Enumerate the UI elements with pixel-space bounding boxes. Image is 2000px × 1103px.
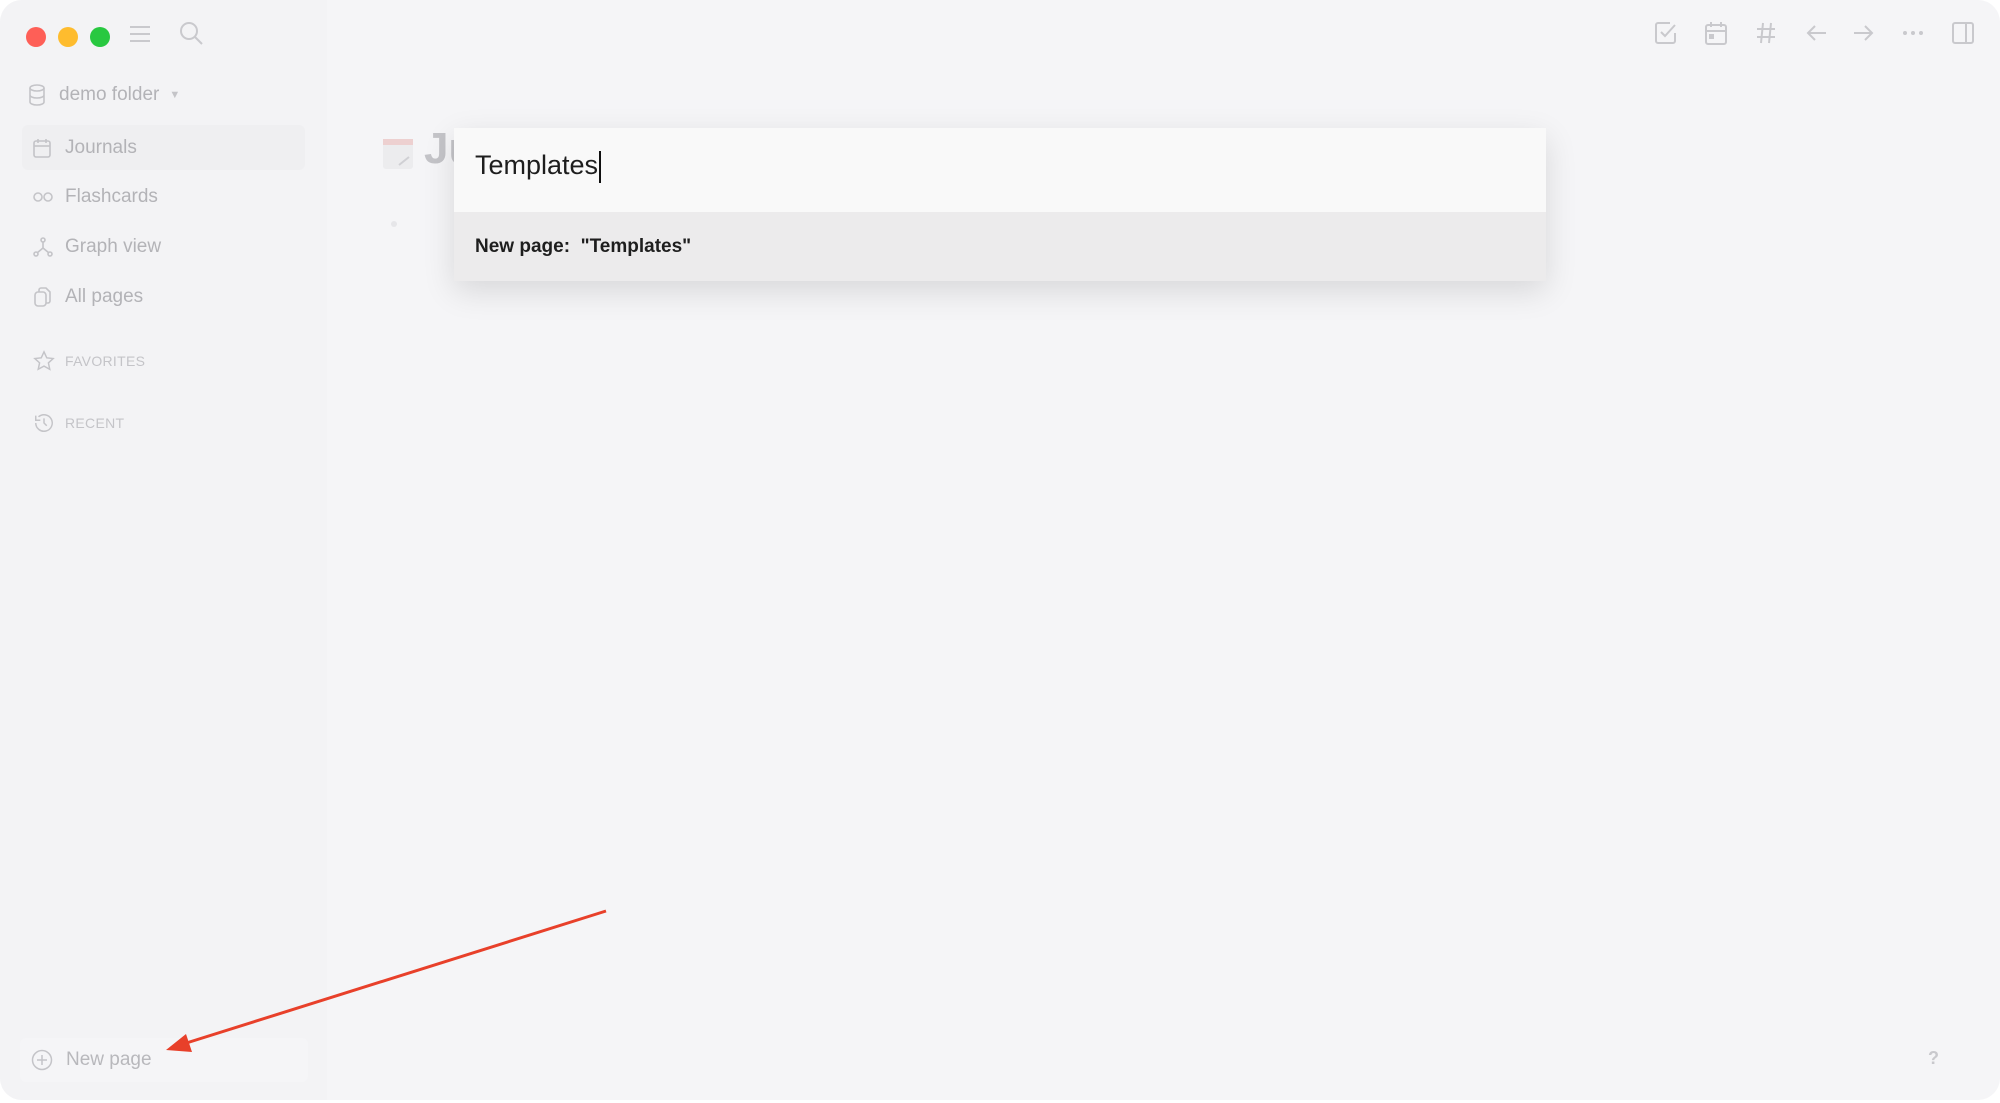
- annotation-arrow-head: [166, 1034, 192, 1052]
- app-window: demo folder ▼ Journals Flashcards Graph …: [0, 0, 2000, 1100]
- annotation-arrow-line: [179, 909, 607, 1047]
- annotation-arrow: [166, 909, 607, 1052]
